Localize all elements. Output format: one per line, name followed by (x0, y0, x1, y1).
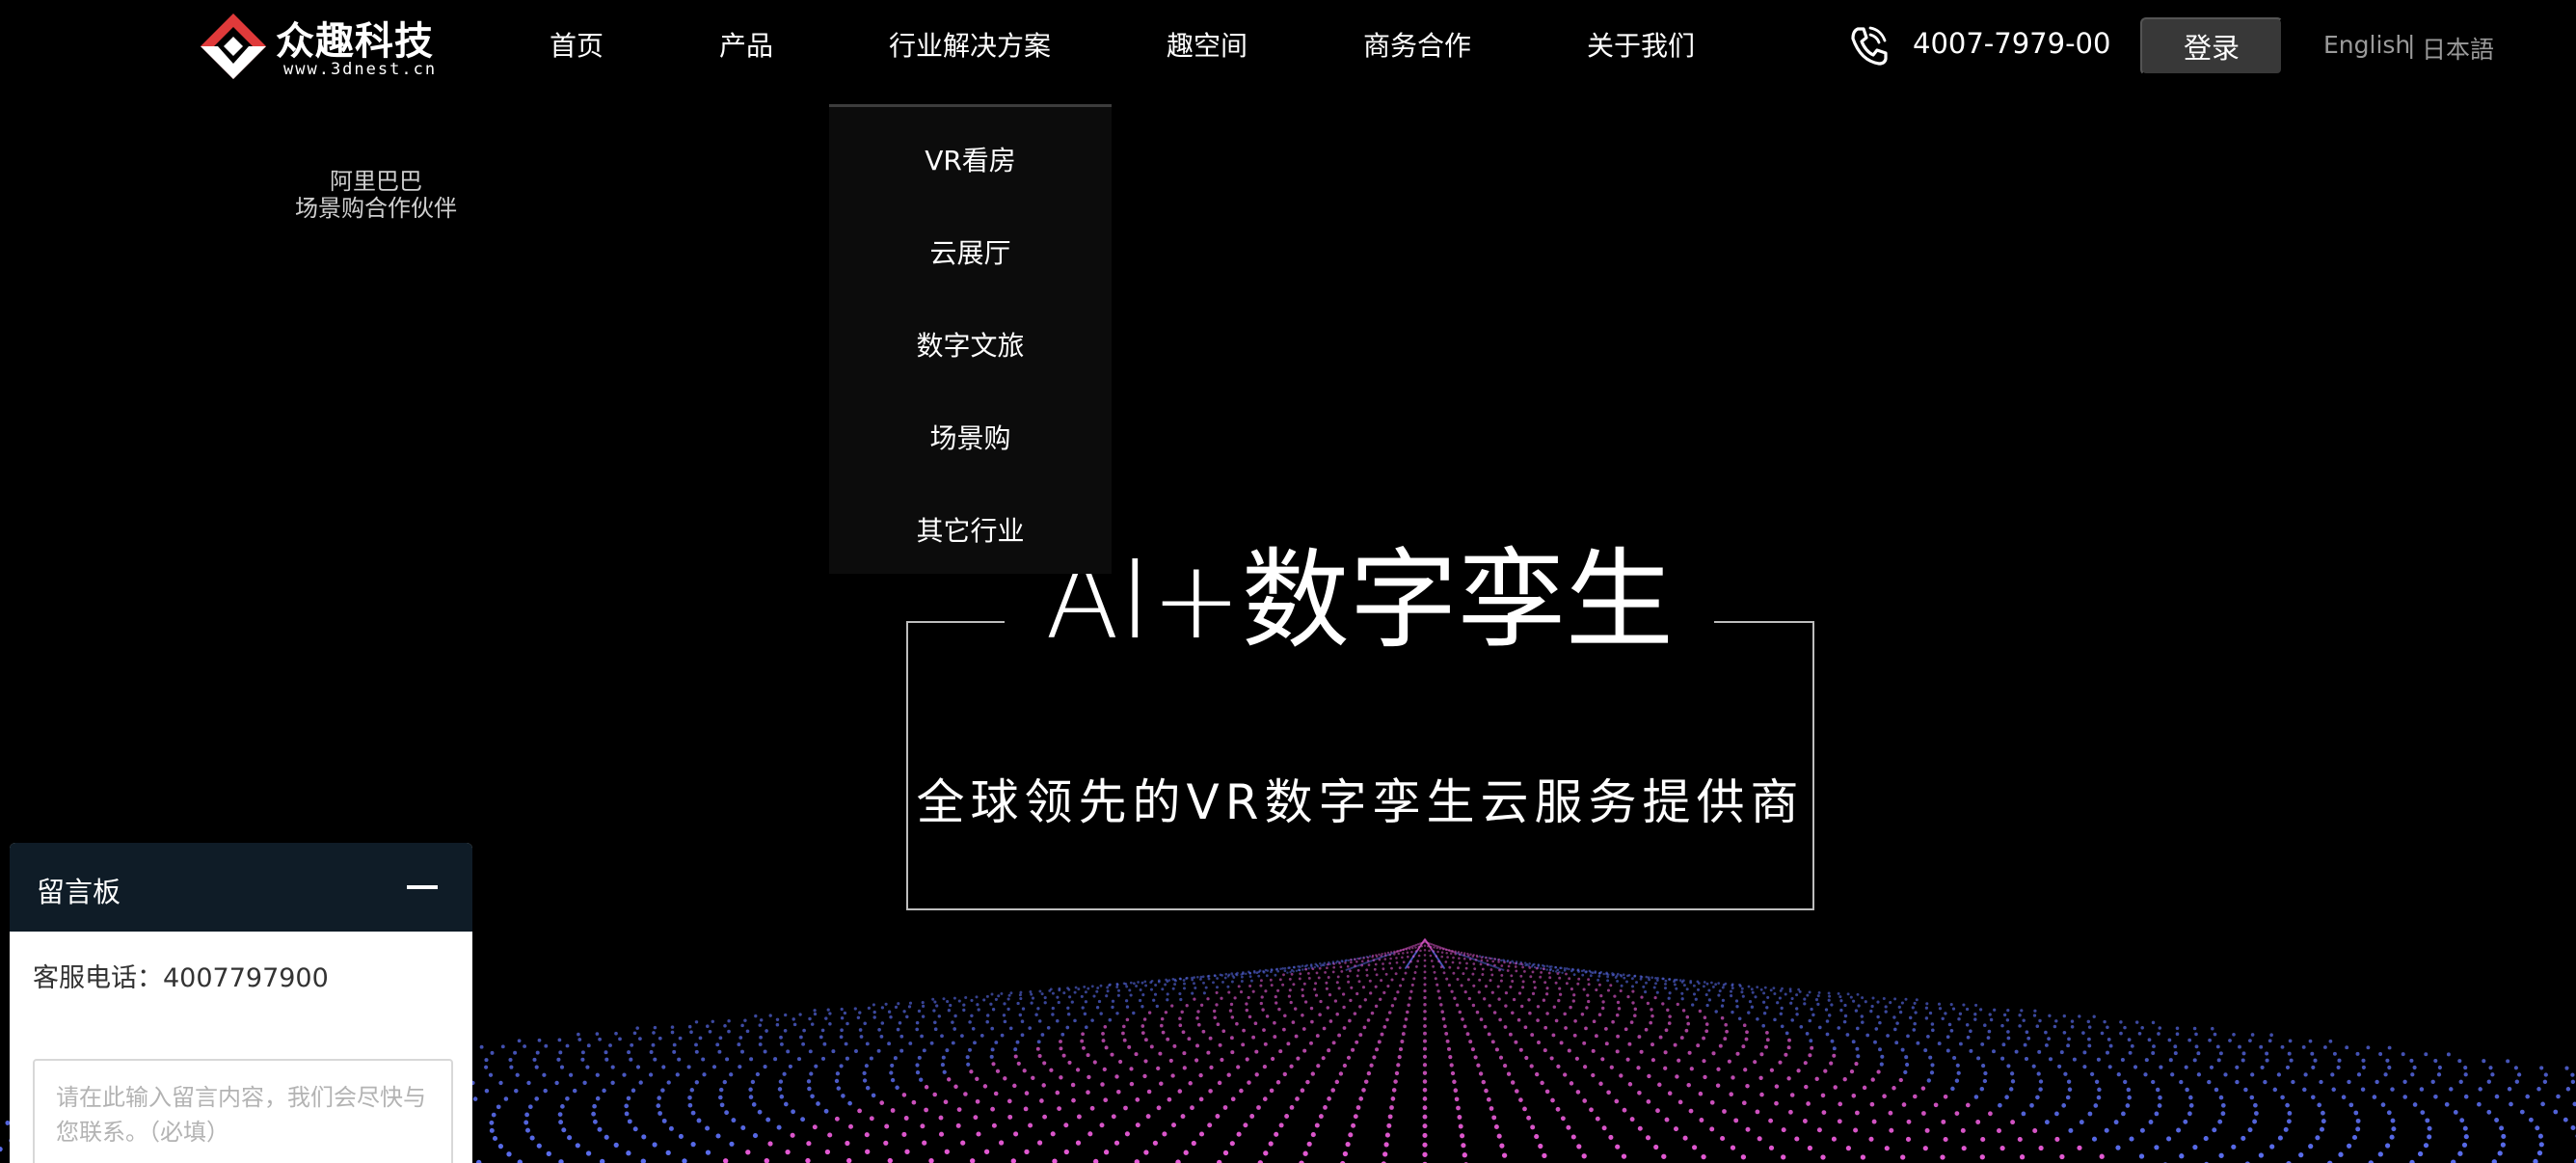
message-input[interactable] (33, 1059, 453, 1163)
message-board-title: 留言板 (37, 876, 121, 908)
phone-number: 4007-7979-00 (1913, 27, 2111, 60)
message-board: 留言板 客服电话：4007797900 (10, 843, 472, 1163)
dropdown-item-other-industries[interactable]: 其它行业 (829, 510, 1112, 549)
logo[interactable]: 众趣科技 www.3dnest.cn (199, 8, 449, 81)
customer-service-phone: 客服电话：4007797900 (33, 963, 329, 993)
phone-icon (1851, 26, 1888, 66)
hero-frame-top-right-line (1714, 621, 1812, 623)
logo-mark-icon (201, 14, 266, 79)
page: 众趣科技 www.3dnest.cn 首页 产品 行业解决方案 趣空间 商务合作… (0, 0, 2576, 1163)
hero-frame-top-left-line (906, 621, 1005, 623)
login-button[interactable]: 登录 (2140, 17, 2283, 75)
dropdown-item-vr-house-viewing[interactable]: VR看房 (829, 140, 1112, 178)
nav-item-home[interactable]: 首页 (550, 25, 604, 64)
dropdown-item-cloud-showroom[interactable]: 云展厅 (829, 232, 1112, 271)
nav-item-business-cooperation[interactable]: 商务合作 (1363, 25, 1471, 64)
message-board-header[interactable]: 留言板 (10, 843, 472, 932)
industry-solutions-dropdown: VR看房 云展厅 数字文旅 场景购 其它行业 (829, 104, 1112, 574)
hero-subtitle: 全球领先的VR数字孪生云服务提供商 (916, 774, 1805, 830)
dropdown-item-digital-culture-tourism[interactable]: 数字文旅 (829, 325, 1112, 364)
nav-item-products[interactable]: 产品 (719, 25, 773, 64)
logo-url: www.3dnest.cn (283, 60, 438, 79)
nav-item-fun-space[interactable]: 趣空间 (1167, 25, 1248, 64)
lang-separator: | (2407, 31, 2416, 59)
lang-english-link[interactable]: English (2323, 31, 2410, 59)
dropdown-item-scene-shopping[interactable]: 场景购 (829, 418, 1112, 456)
nav-item-industry-solutions[interactable]: 行业解决方案 (889, 25, 1051, 64)
partner-line-2: 场景购合作伙伴 (295, 195, 457, 222)
nav-item-about-us[interactable]: 关于我们 (1587, 25, 1695, 64)
logo-name: 众趣科技 (276, 19, 434, 64)
minimize-icon[interactable] (407, 885, 438, 889)
lang-japanese-link[interactable]: 日本語 (2422, 31, 2494, 66)
